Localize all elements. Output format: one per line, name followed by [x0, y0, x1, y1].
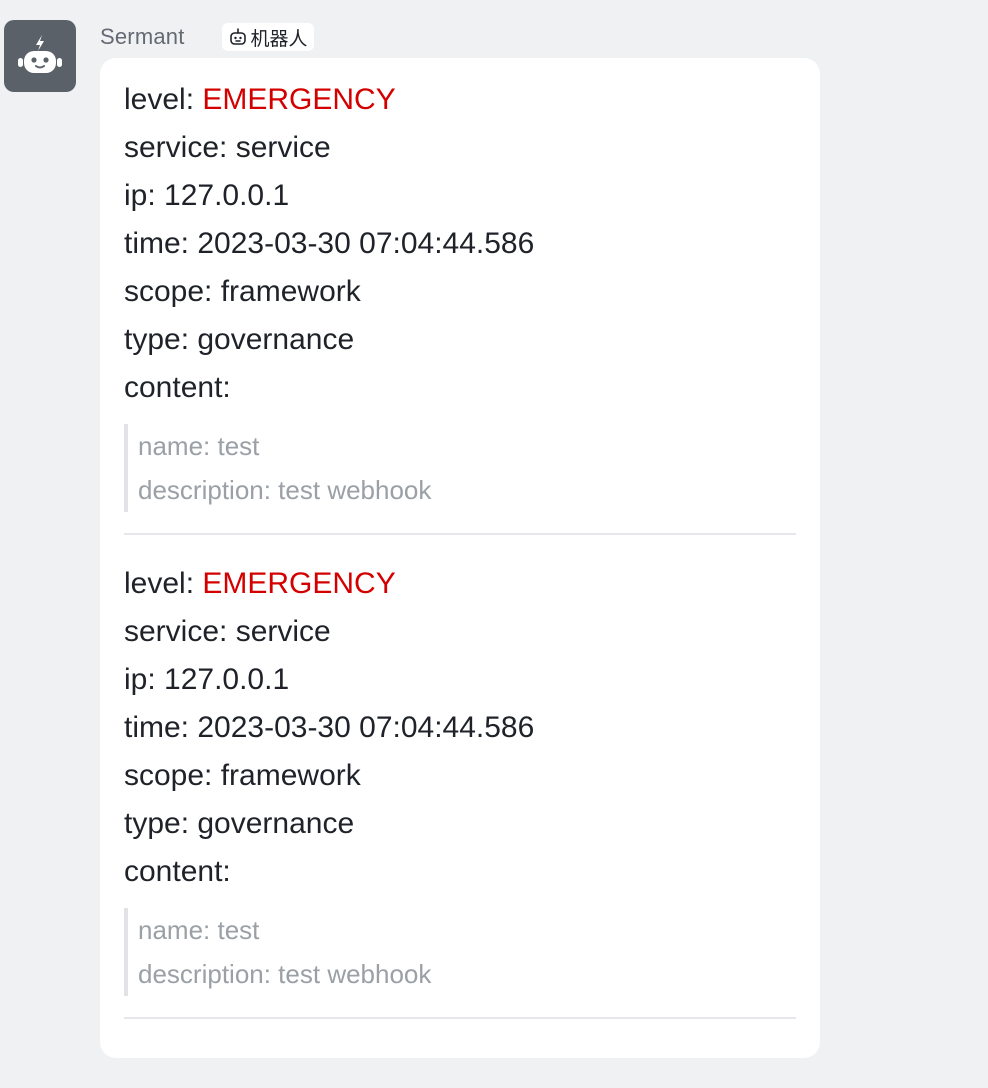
divider	[124, 1017, 796, 1019]
time-line: time: 2023-03-30 07:04:44.586	[124, 711, 535, 744]
alert-record: level: EMERGENCY service: service ip: 12…	[124, 76, 796, 512]
bot-tag: 机器人	[221, 23, 314, 51]
service-line: service: service	[124, 131, 331, 164]
content-description: description: test webhook	[138, 475, 432, 505]
level-line: level: EMERGENCY	[124, 76, 796, 124]
ip-line: ip: 127.0.0.1	[124, 179, 290, 212]
robot-icon	[18, 35, 62, 73]
content-quote: name: test description: test webhook	[124, 908, 796, 996]
divider	[124, 533, 796, 535]
content-label: content:	[124, 855, 231, 888]
content-quote: name: test description: test webhook	[124, 424, 796, 512]
scope-line: scope: framework	[124, 759, 361, 792]
robot-outline-icon	[228, 27, 248, 47]
type-line: type: governance	[124, 807, 355, 840]
content-name: name: test	[138, 915, 260, 945]
level-line: level: EMERGENCY	[124, 560, 796, 608]
level-key: level:	[124, 83, 203, 116]
alert-record: level: EMERGENCY service: service ip: 12…	[124, 560, 796, 996]
content-label: content:	[124, 371, 231, 404]
level-value: EMERGENCY	[202, 83, 396, 116]
content-name: name: test	[138, 431, 260, 461]
time-line: time: 2023-03-30 07:04:44.586	[124, 227, 535, 260]
content-description: description: test webhook	[138, 959, 432, 989]
bot-tag-label: 机器人	[250, 27, 308, 50]
scope-line: scope: framework	[124, 275, 361, 308]
type-line: type: governance	[124, 323, 355, 356]
ip-line: ip: 127.0.0.1	[124, 663, 290, 696]
sender-name[interactable]: Sermant	[100, 24, 185, 50]
message-card: level: EMERGENCY service: service ip: 12…	[100, 58, 820, 1058]
level-value: EMERGENCY	[202, 567, 396, 600]
level-key: level:	[124, 567, 203, 600]
avatar[interactable]	[4, 20, 76, 92]
service-line: service: service	[124, 615, 331, 648]
sender-header: Sermant 机器人	[100, 22, 314, 52]
